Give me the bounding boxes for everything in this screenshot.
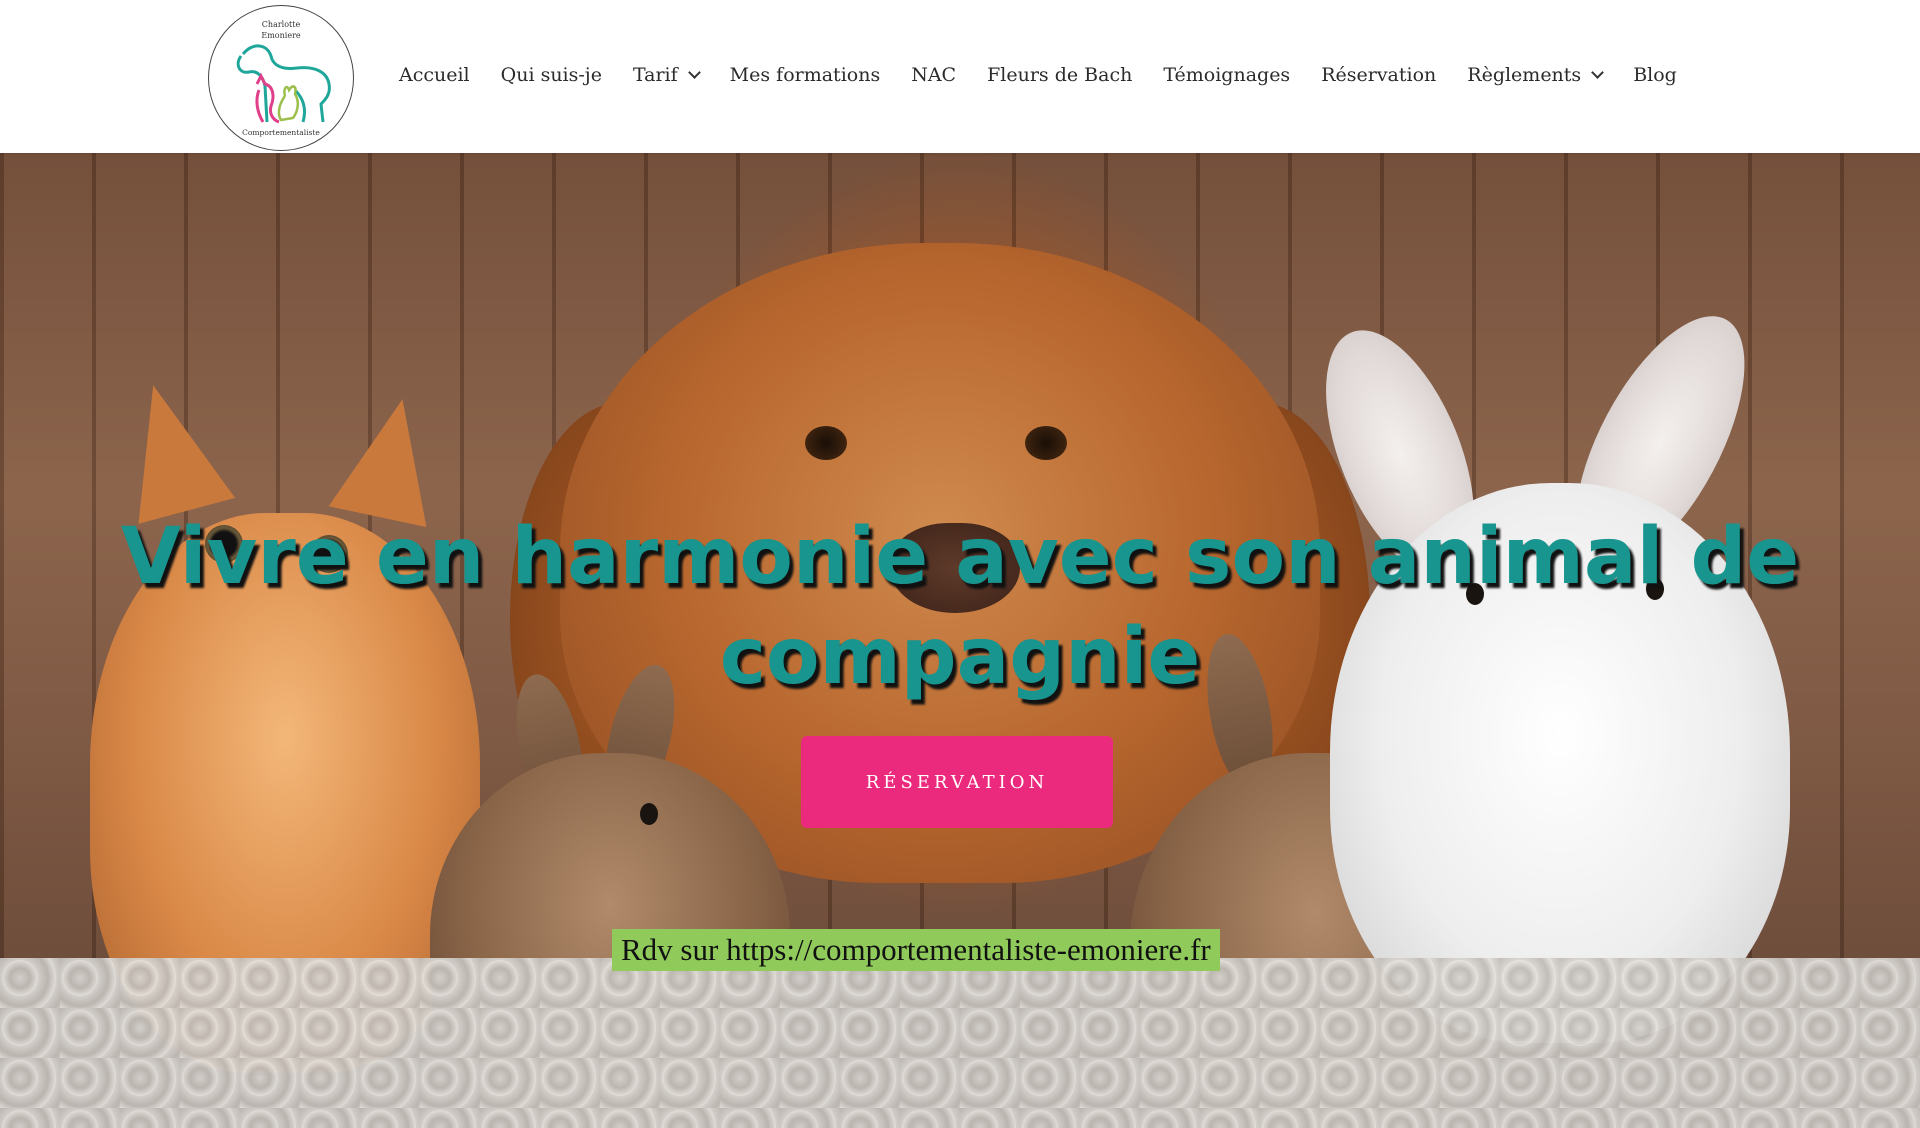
logo-subtitle: Comportementaliste bbox=[242, 128, 320, 137]
chevron-down-icon bbox=[1591, 66, 1605, 79]
nav-item-reglements[interactable]: Règlements bbox=[1467, 64, 1605, 86]
nav-item-label: Mes formations bbox=[729, 64, 881, 86]
dog-eye bbox=[1025, 426, 1067, 460]
pets-logo-icon bbox=[236, 44, 331, 124]
nav-item-label: NAC bbox=[911, 64, 957, 86]
nav-item-label: Témoignages bbox=[1163, 64, 1291, 86]
nav-item-tarif[interactable]: Tarif bbox=[632, 64, 701, 86]
main-navigation: Accueil Qui suis-je Tarif Mes formations… bbox=[399, 60, 1708, 90]
logo-name-line1: Charlotte bbox=[261, 20, 301, 29]
nav-item-label: Tarif bbox=[632, 64, 678, 86]
appointment-note: Rdv sur https://comportementaliste-emoni… bbox=[612, 929, 1220, 971]
reservation-button[interactable]: RÉSERVATION bbox=[801, 736, 1113, 828]
dog-eye bbox=[805, 426, 847, 460]
nav-item-label: Réservation bbox=[1321, 64, 1437, 86]
bunny-eye bbox=[640, 803, 658, 825]
chevron-down-icon bbox=[687, 66, 701, 79]
nav-item-qui-suis-je[interactable]: Qui suis-je bbox=[501, 64, 602, 86]
nav-item-blog[interactable]: Blog bbox=[1633, 64, 1677, 86]
nav-item-accueil[interactable]: Accueil bbox=[399, 64, 470, 86]
nav-item-label: Blog bbox=[1633, 64, 1677, 86]
hero-title: Vivre en harmonie avec son animal de com… bbox=[0, 507, 1920, 707]
nav-item-label: Accueil bbox=[399, 64, 470, 86]
hero-title-line1: Vivre en harmonie avec son animal de bbox=[120, 512, 1800, 603]
nav-item-label: Fleurs de Bach bbox=[987, 64, 1133, 86]
blanket-background bbox=[0, 958, 1920, 1128]
nav-item-fleurs-de-bach[interactable]: Fleurs de Bach bbox=[987, 64, 1132, 86]
nav-item-label: Qui suis-je bbox=[500, 64, 602, 86]
nav-item-mes-formations[interactable]: Mes formations bbox=[730, 64, 881, 86]
nav-item-reservation[interactable]: Réservation bbox=[1321, 64, 1436, 86]
nav-item-nac[interactable]: NAC bbox=[911, 64, 956, 86]
hero-title-line2: compagnie bbox=[719, 612, 1201, 703]
site-header: Charlotte Emoniere Comportementaliste Ac… bbox=[0, 0, 1920, 153]
nav-item-label: Règlements bbox=[1467, 64, 1582, 86]
nav-item-temoignages[interactable]: Témoignages bbox=[1163, 64, 1290, 86]
site-logo[interactable]: Charlotte Emoniere Comportementaliste bbox=[208, 5, 354, 151]
